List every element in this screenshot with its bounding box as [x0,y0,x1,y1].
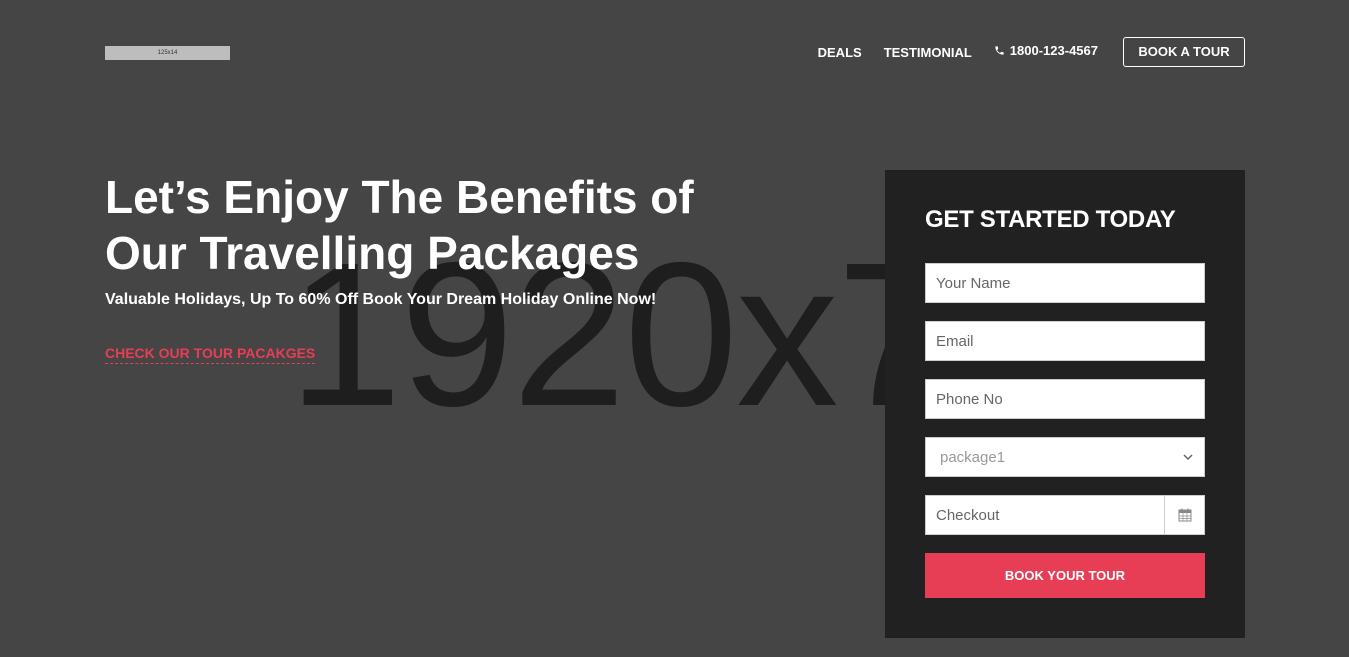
form-title: GET STARTED TODAY [925,206,1176,233]
chevron-down-icon [1178,447,1198,467]
calendar-icon[interactable] [1164,496,1204,534]
package-select-value: package1 [940,448,1006,466]
package-select[interactable]: package1 [925,437,1205,477]
nav-testimonial-link[interactable]: TESTIMONIAL [884,45,972,60]
booking-form-panel: GET STARTED TODAY package1 BOO [885,170,1245,638]
email-input[interactable] [926,322,1204,360]
phone-link[interactable]: 1800-123-4567 [994,43,1098,58]
book-a-tour-button[interactable]: BOOK A TOUR [1123,37,1245,67]
phone-number: 1800-123-4567 [1009,42,1098,58]
book-your-tour-button[interactable]: BOOK YOUR TOUR [925,553,1205,598]
phone-input[interactable] [926,380,1204,418]
name-input[interactable] [926,264,1204,302]
name-field-wrapper [925,263,1205,303]
logo[interactable]: 125x14 [105,46,230,60]
phone-field-wrapper [925,379,1205,419]
email-field-wrapper [925,321,1205,361]
nav-deals-link[interactable]: DEALS [818,45,862,60]
checkout-input[interactable] [926,496,1164,534]
check-tour-packages-link[interactable]: CHECK OUR TOUR PACAKGES [105,345,316,364]
phone-icon [995,45,1004,55]
checkout-field-wrapper [925,495,1205,535]
hero-subtitle: Valuable Holidays, Up To 60% Off Book Yo… [105,291,657,308]
hero-title: Let’s Enjoy The Benefits of Our Travelli… [105,171,694,279]
main-nav: DEALS TESTIMONIAL 1800-123-4567 BOOK A T… [818,37,1245,67]
